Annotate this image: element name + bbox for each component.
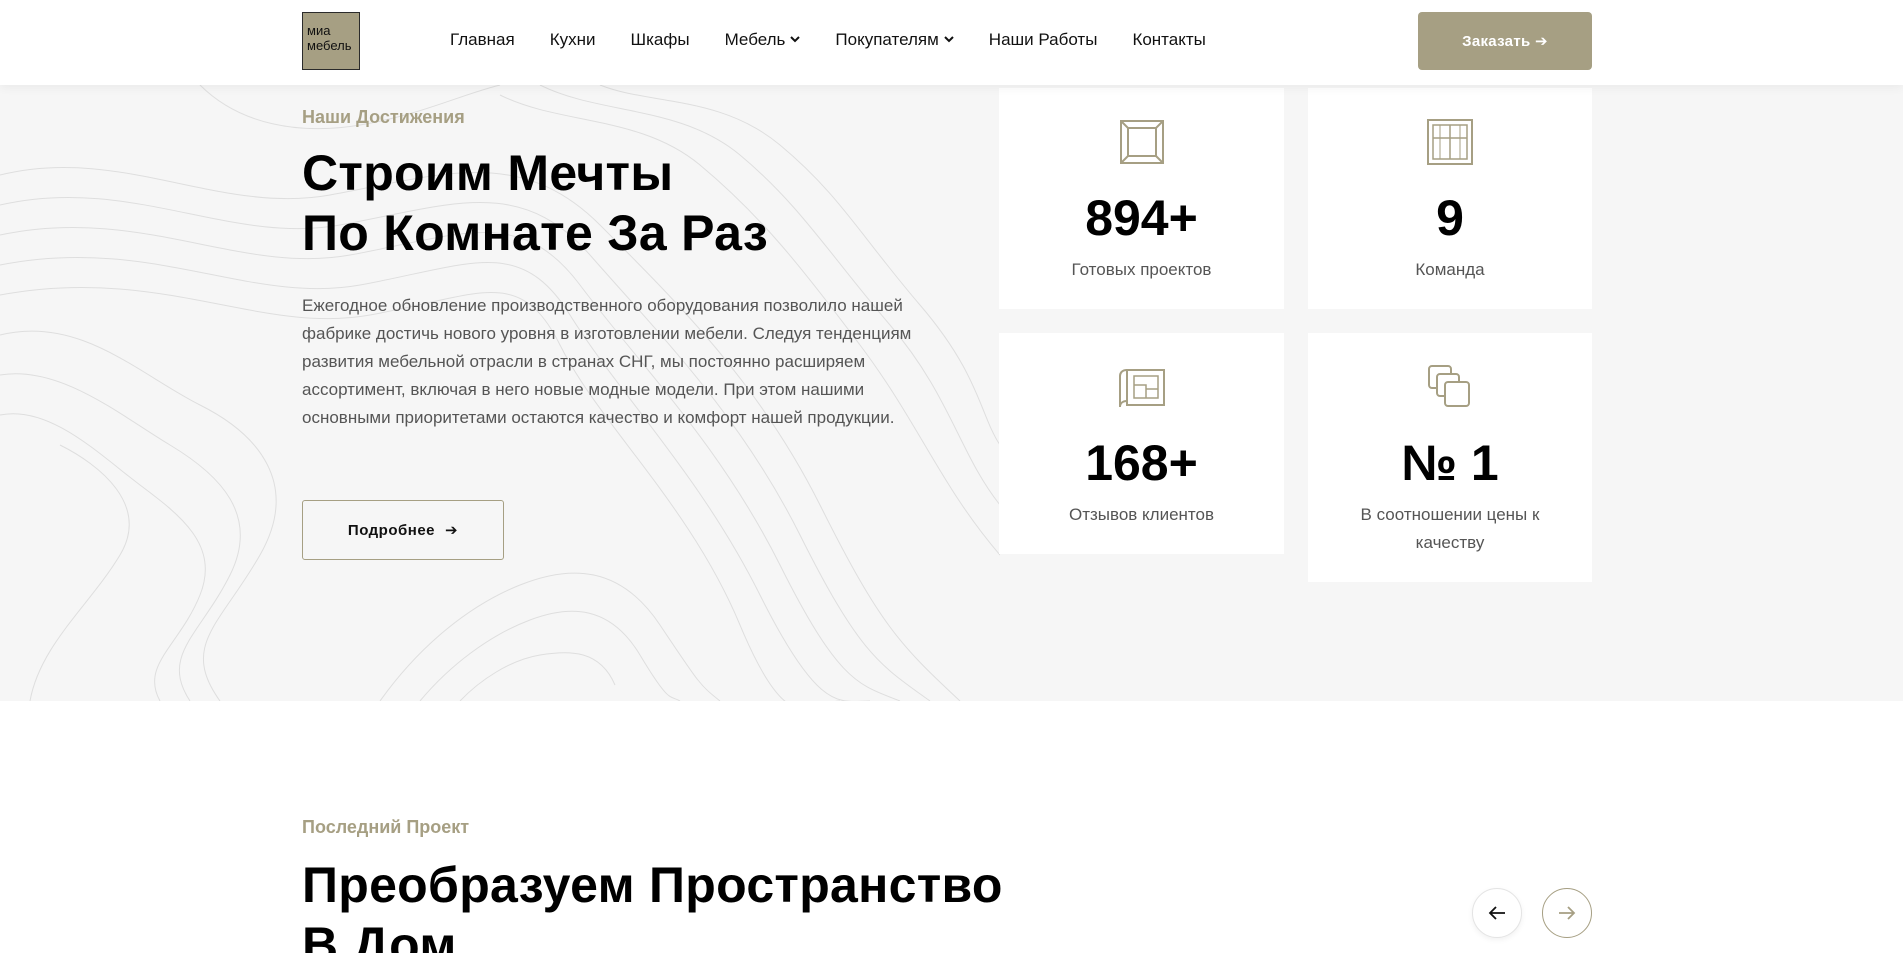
section-description: Ежегодное обновление производственного о… bbox=[302, 296, 912, 427]
stat-card-reviews: 168+ Отзывов клиентов bbox=[999, 333, 1284, 554]
stat-value: 168+ bbox=[1085, 435, 1198, 491]
nav-item-kitchens[interactable]: Кухни bbox=[550, 30, 596, 50]
more-button-label: Подробнее bbox=[347, 521, 436, 539]
nav-item-wardrobes[interactable]: Шкафы bbox=[631, 30, 690, 50]
title-line: Строим Мечты bbox=[302, 145, 674, 201]
stat-card-rank: № 1 В соотношении цены к качеству bbox=[1308, 333, 1592, 582]
project-title: Преобразуем Пространство В Дом bbox=[302, 855, 1003, 953]
nav-label: Контакты bbox=[1132, 30, 1206, 49]
site-header: миа мебель Главная Кухни Шкафы Мебель По… bbox=[0, 0, 1903, 85]
stat-value: № 1 bbox=[1401, 435, 1499, 491]
nav-item-works[interactable]: Наши Работы bbox=[989, 30, 1098, 50]
stat-value: 894+ bbox=[1085, 190, 1198, 246]
blueprint-icon bbox=[1118, 369, 1165, 408]
nav-label: Покупателям bbox=[835, 30, 939, 49]
nav-label: Кухни bbox=[549, 30, 596, 49]
layers-icon bbox=[1428, 365, 1470, 407]
main-nav: Главная Кухни Шкафы Мебель Покупателям Н… bbox=[450, 0, 1241, 80]
nav-label: Наши Работы bbox=[988, 30, 1098, 49]
prev-button[interactable] bbox=[1472, 888, 1522, 938]
arrow-left-icon bbox=[1488, 906, 1505, 920]
nav-label: Главная bbox=[450, 30, 515, 49]
next-button[interactable] bbox=[1542, 888, 1592, 938]
arrow-right-icon: ➔ bbox=[445, 522, 459, 539]
stat-label: В соотношении цены к качеству bbox=[1360, 505, 1540, 552]
stat-label: Отзывов клиентов bbox=[1068, 505, 1215, 524]
title-line: В Дом bbox=[302, 917, 457, 953]
stat-card-team: 9 Команда bbox=[1308, 88, 1592, 309]
achievements-section: Наши Достижения Строим Мечты По Комнате … bbox=[0, 85, 1903, 701]
nav-item-furniture[interactable]: Мебель bbox=[725, 30, 801, 50]
order-button[interactable]: Заказать ➔ bbox=[1418, 12, 1592, 70]
more-button[interactable]: Подробнее ➔ bbox=[302, 500, 504, 560]
project-tag: Последний Проект bbox=[302, 817, 470, 837]
arrow-right-icon bbox=[1559, 906, 1576, 920]
logo-line2: мебель bbox=[307, 38, 352, 53]
frame-icon bbox=[1119, 120, 1164, 164]
title-line: Преобразуем Пространство bbox=[302, 857, 1003, 913]
logo[interactable]: миа мебель bbox=[302, 12, 360, 70]
stat-label: Команда bbox=[1415, 260, 1485, 279]
nav-label: Шкафы bbox=[630, 30, 690, 49]
section-tag: Наши Достижения bbox=[302, 107, 465, 127]
chevron-down-icon bbox=[944, 35, 954, 42]
logo-line1: миа bbox=[307, 23, 331, 38]
nav-item-customers[interactable]: Покупателям bbox=[835, 30, 954, 50]
title-line: По Комнате За Раз bbox=[302, 205, 769, 261]
stat-value: 9 bbox=[1436, 190, 1464, 246]
nav-label: Мебель bbox=[724, 30, 786, 49]
window-icon bbox=[1427, 119, 1473, 165]
chevron-down-icon bbox=[790, 35, 801, 42]
nav-item-home[interactable]: Главная bbox=[450, 30, 515, 50]
nav-item-contacts[interactable]: Контакты bbox=[1132, 30, 1205, 50]
stat-label: Готовых проектов bbox=[1071, 260, 1212, 279]
section-title: Строим Мечты По Комнате За Раз bbox=[302, 143, 768, 263]
stat-card-projects: 894+ Готовых проектов bbox=[999, 88, 1284, 309]
